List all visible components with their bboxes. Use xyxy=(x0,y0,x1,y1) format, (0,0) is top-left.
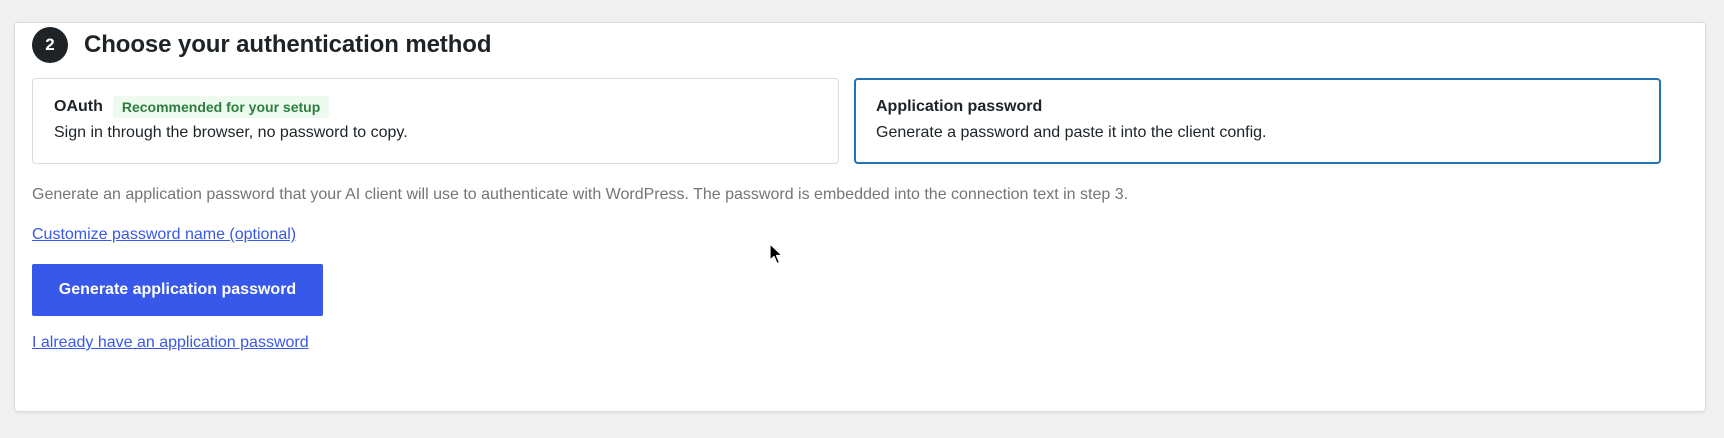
option-card-oauth[interactable]: OAuth Recommended for your setup Sign in… xyxy=(32,78,839,164)
option-card-application-password[interactable]: Application password Generate a password… xyxy=(854,78,1661,164)
option-title-application-password: Application password xyxy=(876,98,1043,115)
option-head: OAuth Recommended for your setup xyxy=(54,96,817,118)
step-number-badge: 2 xyxy=(32,27,68,63)
auth-options: OAuth Recommended for your setup Sign in… xyxy=(32,78,1661,164)
step-header: 2 Choose your authentication method xyxy=(32,27,491,63)
recommended-badge: Recommended for your setup xyxy=(112,96,330,118)
already-have-password-link[interactable]: I already have an application password xyxy=(32,334,309,352)
help-text: Generate an application password that yo… xyxy=(32,186,1129,203)
option-head: Application password xyxy=(876,96,1639,118)
customize-password-name-link[interactable]: Customize password name (optional) xyxy=(32,226,296,244)
step-title: Choose your authentication method xyxy=(84,31,492,58)
generate-application-password-button[interactable]: Generate application password xyxy=(32,264,323,316)
option-description-application-password: Generate a password and paste it into th… xyxy=(876,124,1267,141)
option-title-oauth: OAuth xyxy=(54,98,103,115)
option-description-oauth: Sign in through the browser, no password… xyxy=(54,124,408,141)
mouse-pointer-icon xyxy=(769,243,783,265)
